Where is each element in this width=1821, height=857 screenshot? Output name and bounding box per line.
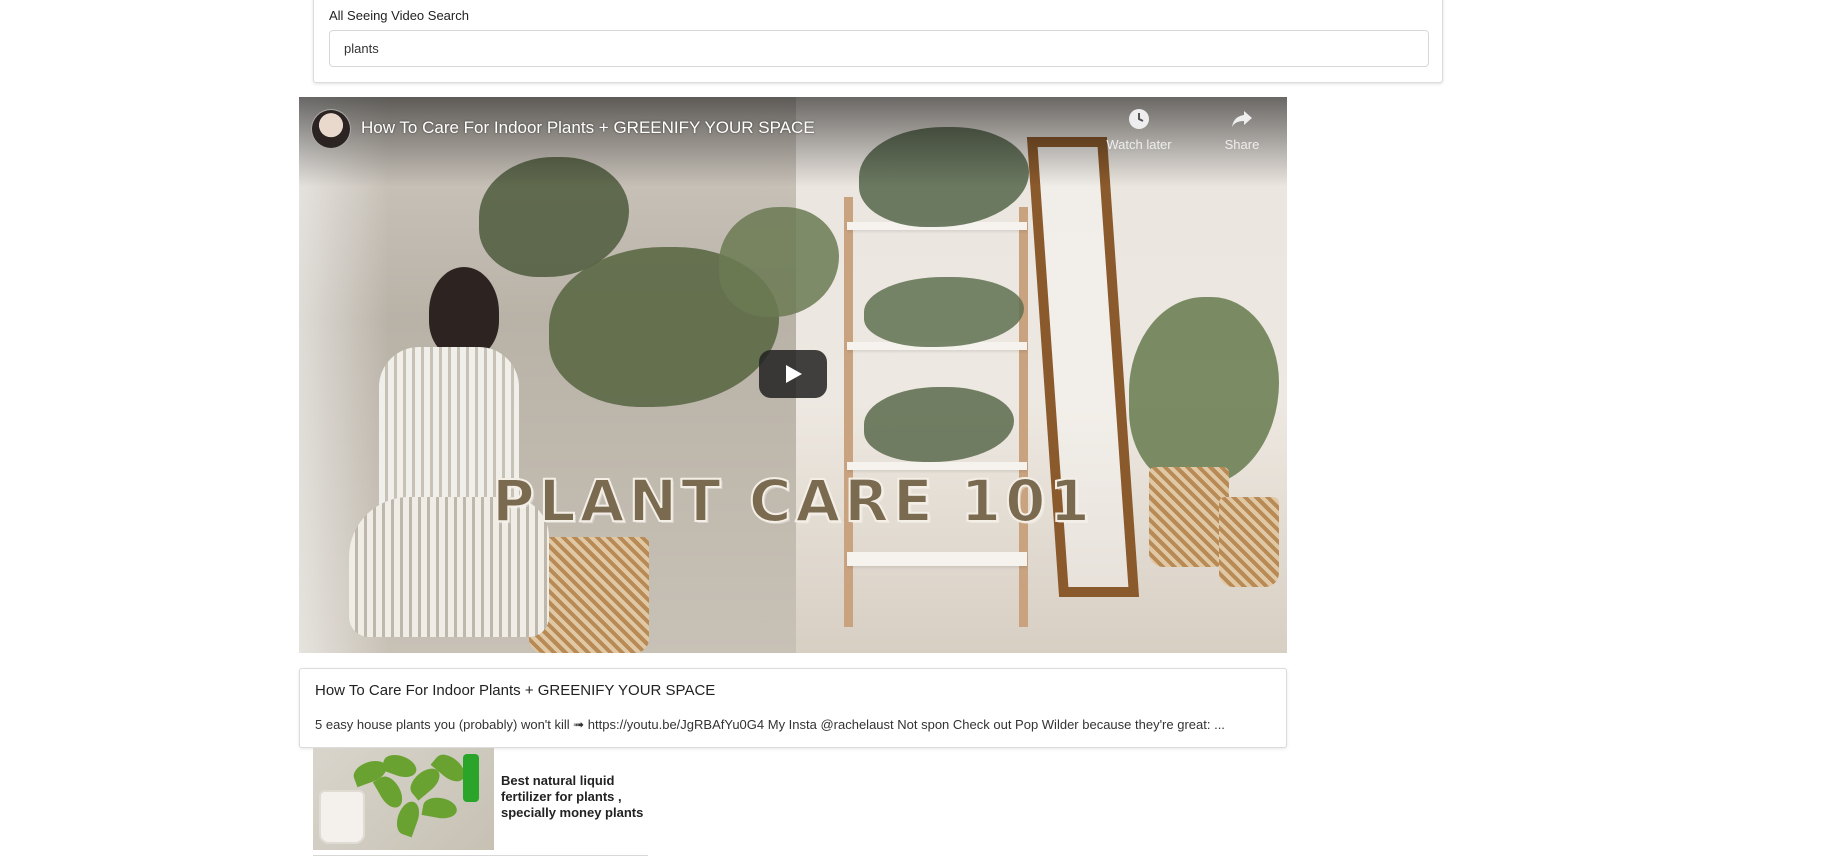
share-button[interactable]: Share (1207, 107, 1277, 152)
watch-later-button[interactable]: Watch later (1099, 107, 1179, 152)
play-button[interactable] (759, 350, 827, 398)
player-video-title[interactable]: How To Care For Indoor Plants + GREENIFY… (361, 118, 815, 138)
related-video-title[interactable]: Best natural liquid fertilizer for plant… (501, 773, 646, 821)
search-input[interactable] (329, 30, 1429, 67)
related-video-thumbnail[interactable] (313, 748, 494, 850)
search-card: All Seeing Video Search (313, 0, 1443, 83)
clock-icon (1129, 109, 1149, 129)
share-label: Share (1224, 137, 1260, 152)
video-player[interactable]: How To Care For Indoor Plants + GREENIFY… (299, 97, 1287, 653)
person-figure (339, 247, 569, 647)
share-arrow-icon (1232, 111, 1252, 127)
channel-avatar[interactable] (311, 109, 351, 149)
video-title: How To Care For Indoor Plants + GREENIFY… (315, 682, 716, 699)
search-label: All Seeing Video Search (329, 8, 469, 23)
play-icon (786, 365, 802, 383)
thumbnail-overlay-text: PLANT CARE 101 (491, 466, 1094, 536)
page: All Seeing Video Search How To Care (0, 0, 1821, 857)
watch-later-label: Watch later (1106, 137, 1172, 152)
related-video-item[interactable]: Best natural liquid fertilizer for plant… (313, 748, 648, 857)
video-description: 5 easy house plants you (probably) won't… (315, 717, 1225, 732)
video-info-card: How To Care For Indoor Plants + GREENIFY… (299, 668, 1287, 748)
